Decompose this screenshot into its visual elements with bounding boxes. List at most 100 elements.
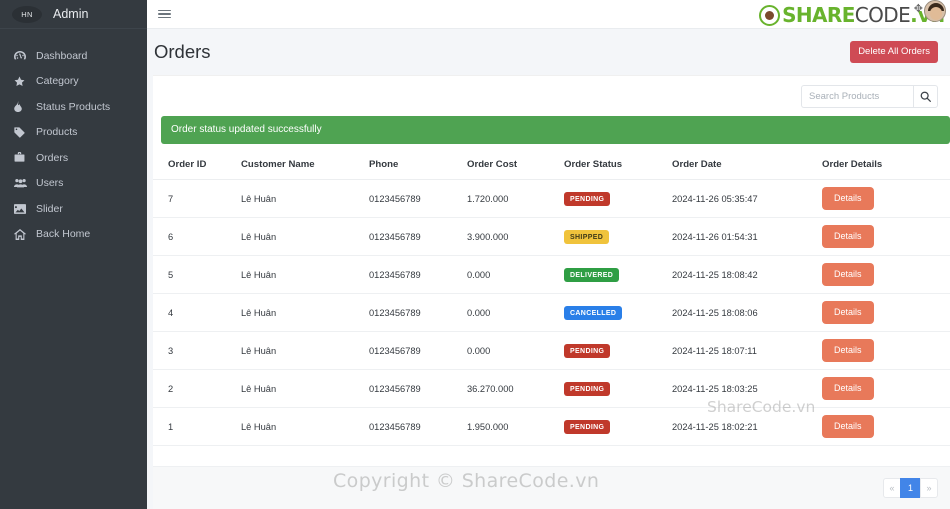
column-header-order-details: Order Details <box>822 153 950 180</box>
cell-order-cost: 3.900.000 <box>467 217 564 256</box>
cell-order-date: 2024-11-25 18:07:11 <box>672 331 822 370</box>
cell-phone: 0123456789 <box>369 293 467 332</box>
table-row: 7 Lê Huân 0123456789 1.720.000 PENDING 2024-1… <box>153 179 950 218</box>
cell-order-details: Details <box>822 255 950 294</box>
table-body: 7 Lê Huân 0123456789 1.720.000 PENDING 2024-1… <box>153 179 950 446</box>
cell-phone: 0123456789 <box>369 217 467 256</box>
admin-app: HN Admin Dashboard Category Status Produ… <box>0 0 950 509</box>
cell-order-cost: 0.000 <box>467 331 564 370</box>
page-header: Orders Delete All Orders <box>147 29 950 75</box>
delete-all-orders-button[interactable]: Delete All Orders <box>850 41 938 63</box>
cursor-icon: ✥ <box>913 3 923 15</box>
tachometer-icon <box>14 50 30 62</box>
top-navbar <box>147 0 950 29</box>
hamburger-icon[interactable] <box>158 7 171 20</box>
column-header-order-status: Order Status <box>564 153 672 180</box>
pagination-page-1[interactable]: 1 <box>900 478 921 498</box>
sidebar-item-label: Category <box>36 75 79 87</box>
details-button[interactable]: Details <box>822 187 874 210</box>
sidebar-nav: Dashboard Category Status Products Produ… <box>0 29 147 247</box>
cell-order-status: PENDING <box>564 179 672 218</box>
column-header-order-cost: Order Cost <box>467 153 564 180</box>
cell-customer-name: Lê Huân <box>241 217 369 256</box>
users-icon <box>14 177 30 189</box>
sidebar-item-users[interactable]: Users <box>0 171 147 197</box>
cell-order-status: PENDING <box>564 369 672 408</box>
cell-order-date: 2024-11-25 18:08:06 <box>672 293 822 332</box>
cell-order-details: Details <box>822 407 950 446</box>
cell-order-cost: 0.000 <box>467 293 564 332</box>
cell-order-id: 6 <box>153 217 241 256</box>
sidebar-item-label: Slider <box>36 202 63 215</box>
table-row: 3 Lê Huân 0123456789 0.000 PENDING 2024-11-25… <box>153 331 950 370</box>
alert-container: Order status updated successfully <box>153 116 950 144</box>
sidebar-item-label: Status Products <box>36 100 111 113</box>
cell-customer-name: Lê Huân <box>241 293 369 332</box>
search-input[interactable] <box>801 84 913 108</box>
brand-logo: HN <box>12 5 42 23</box>
cell-phone: 0123456789 <box>369 407 467 446</box>
cell-order-status: CANCELLED <box>564 293 672 332</box>
sidebar-item-back-home[interactable]: Back Home <box>0 222 147 248</box>
cell-phone: 0123456789 <box>369 331 467 370</box>
cell-customer-name: Lê Huân <box>241 179 369 218</box>
cell-order-status: DELIVERED <box>564 255 672 294</box>
cell-order-cost: 1.720.000 <box>467 179 564 218</box>
sidebar-item-orders[interactable]: Orders <box>0 145 147 171</box>
cell-order-date: 2024-11-25 18:08:42 <box>672 255 822 294</box>
details-button[interactable]: Details <box>822 263 874 286</box>
column-header-phone: Phone <box>369 153 467 180</box>
sidebar-item-products[interactable]: Products <box>0 120 147 146</box>
cell-order-details: Details <box>822 369 950 408</box>
details-button[interactable]: Details <box>822 415 874 438</box>
cell-order-status: PENDING <box>564 407 672 446</box>
cell-order-details: Details <box>822 179 950 218</box>
cell-order-id: 4 <box>153 293 241 332</box>
card-header <box>153 76 950 116</box>
table-row: 4 Lê Huân 0123456789 0.000 CANCELLED 2024-11-… <box>153 293 950 332</box>
details-button[interactable]: Details <box>822 225 874 248</box>
status-badge: CANCELLED <box>564 305 623 320</box>
cell-order-details: Details <box>822 331 950 370</box>
briefcase-icon <box>14 152 30 164</box>
sidebar-item-label: Back Home <box>36 228 91 240</box>
orders-card: Order status updated successfully Order … <box>153 75 950 509</box>
details-button[interactable]: Details <box>822 377 874 400</box>
status-alert: Order status updated successfully <box>161 116 950 144</box>
table-row: 6 Lê Huân 0123456789 3.900.000 SHIPPED 2024-1… <box>153 217 950 256</box>
cell-order-id: 1 <box>153 407 241 446</box>
cell-order-id: 5 <box>153 255 241 294</box>
brand-header[interactable]: HN Admin <box>0 0 147 29</box>
image-icon <box>14 203 30 215</box>
cell-customer-name: Lê Huân <box>241 369 369 408</box>
cell-order-status: PENDING <box>564 331 672 370</box>
table-row: 1 Lê Huân 0123456789 1.950.000 PENDING 2024-1… <box>153 407 950 446</box>
sidebar-item-dashboard[interactable]: Dashboard <box>0 43 147 69</box>
search-button[interactable] <box>913 84 938 108</box>
table-row: 5 Lê Huân 0123456789 0.000 DELIVERED 2024-11-… <box>153 255 950 294</box>
sidebar-item-status-products[interactable]: Status Products <box>0 94 147 120</box>
cell-order-cost: 36.270.000 <box>467 369 564 408</box>
sidebar-item-category[interactable]: Category <box>0 69 147 95</box>
status-badge: SHIPPED <box>564 229 610 244</box>
column-header-order-date: Order Date <box>672 153 822 180</box>
cell-order-status: SHIPPED <box>564 217 672 256</box>
table-header-row: Order ID Customer Name Phone Order Cost … <box>153 153 950 180</box>
details-button[interactable]: Details <box>822 339 874 362</box>
brand-title: Admin <box>53 7 89 21</box>
cell-order-id: 2 <box>153 369 241 408</box>
pagination-prev[interactable]: « <box>883 478 901 498</box>
pagination-next[interactable]: » <box>920 478 938 498</box>
cell-order-date: 2024-11-25 18:03:25 <box>672 369 822 408</box>
cell-order-date: 2024-11-26 05:35:47 <box>672 179 822 218</box>
search-group <box>801 84 938 108</box>
cell-order-details: Details <box>822 293 950 332</box>
fire-icon <box>14 101 30 113</box>
sidebar-item-slider[interactable]: Slider <box>0 196 147 222</box>
table-row: 2 Lê Huân 0123456789 36.270.000 PENDING 2024-… <box>153 369 950 408</box>
cell-customer-name: Lê Huân <box>241 407 369 446</box>
column-header-customer-name: Customer Name <box>241 153 369 180</box>
pagination: « 1 » <box>883 478 938 498</box>
details-button[interactable]: Details <box>822 301 874 324</box>
table-head: Order ID Customer Name Phone Order Cost … <box>153 153 950 180</box>
